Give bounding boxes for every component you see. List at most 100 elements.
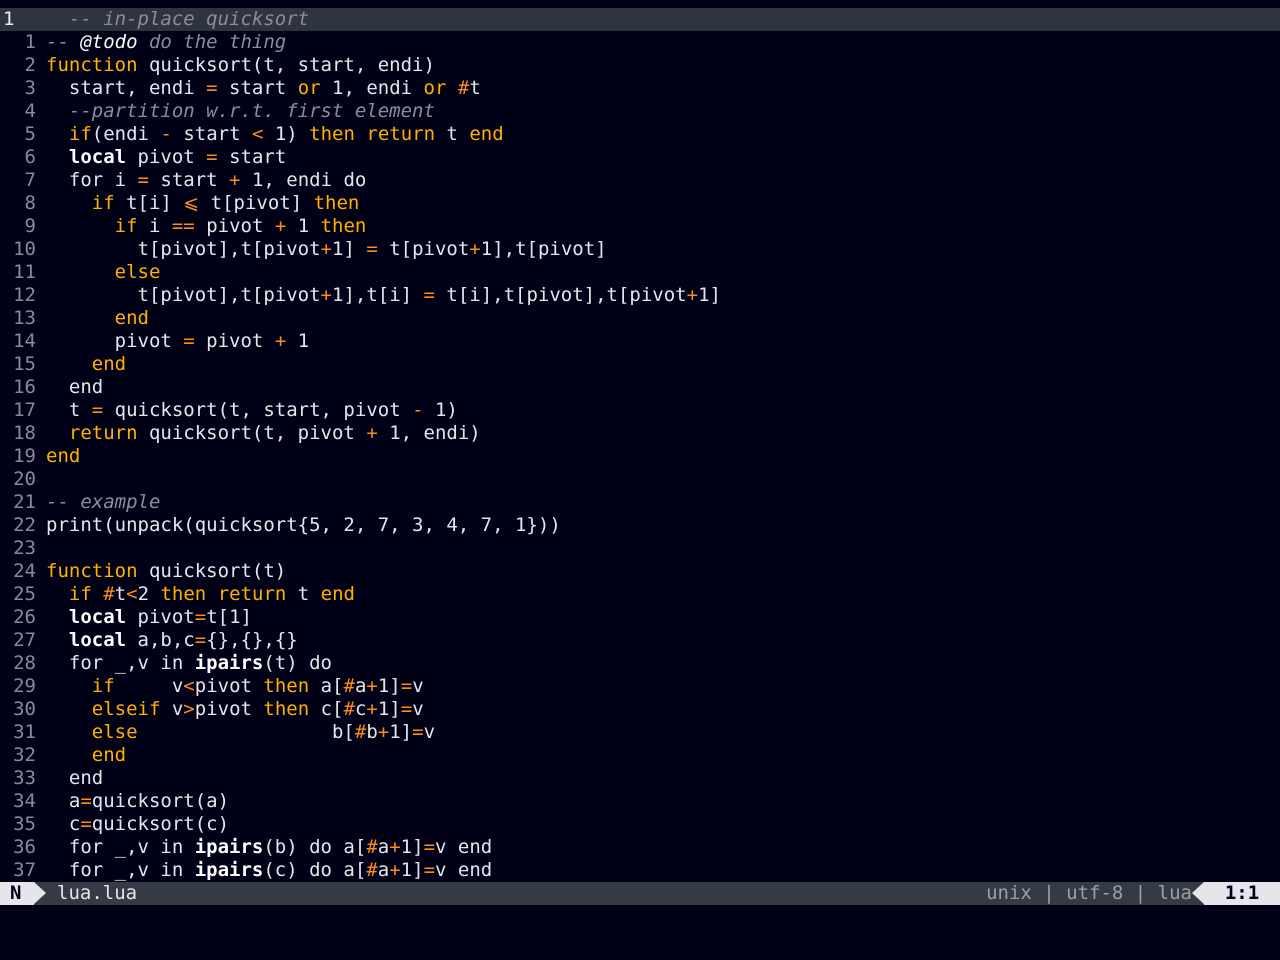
code-token: a [354, 675, 367, 697]
code-text[interactable]: if t[i] ⩽ t[pivot] then [46, 192, 360, 215]
code-line[interactable]: 19 end [0, 445, 1280, 468]
code-text[interactable]: c=quicksort(c) [46, 813, 229, 836]
code-text[interactable]: local pivot=t[1] [46, 606, 252, 629]
status-line: N lua.lua unix | utf-8 | lua 1:1 [0, 882, 1280, 905]
code-line[interactable]: 22 print(unpack(quicksort{5, 2, 7, 3, 4, … [0, 514, 1280, 537]
code-text[interactable]: t = quicksort(t, start, pivot - 1) [46, 399, 458, 422]
code-token: t[1] [206, 606, 252, 628]
code-line[interactable]: 31 else b[#b+1]=v [0, 721, 1280, 744]
code-line[interactable]: 30 elseif v>pivot then c[#c+1]=v [0, 698, 1280, 721]
code-text[interactable]: if i == pivot + 1 then [46, 215, 367, 238]
code-line[interactable]: 20 [0, 468, 1280, 491]
code-line[interactable]: 16 end [0, 376, 1280, 399]
code-line[interactable]: 4 --partition w.r.t. first element [0, 100, 1280, 123]
code-line[interactable]: 33 end [0, 767, 1280, 790]
line-number: 16 [13, 376, 36, 398]
code-text[interactable]: local a,b,c={},{},{} [46, 629, 298, 652]
code-line[interactable]: 28 for _,v in ipairs(t) do [0, 652, 1280, 675]
code-line[interactable]: 23 [0, 537, 1280, 560]
code-line[interactable]: 27 local a,b,c={},{},{} [0, 629, 1280, 652]
editor-buffer[interactable]: 1 -- in-place quicksort 1 -- @todo do the … [0, 8, 1280, 882]
code-line[interactable]: 25 if #t<2 then return t end [0, 583, 1280, 606]
code-token: = [194, 629, 207, 651]
code-token: + [320, 238, 332, 260]
code-text[interactable]: elseif v>pivot then c[#c+1]=v [46, 698, 424, 721]
code-text[interactable]: end [46, 376, 103, 399]
code-text[interactable]: end [46, 767, 103, 790]
code-token: + [377, 721, 390, 743]
code-text[interactable]: pivot = pivot + 1 [46, 330, 310, 353]
code-text[interactable]: if(endi - start < 1) then return t end [46, 123, 504, 146]
code-text[interactable]: return quicksort(t, pivot + 1, endi) [46, 422, 481, 445]
code-token: i [137, 215, 172, 237]
code-line[interactable]: 24 function quicksort(t) [0, 560, 1280, 583]
code-line[interactable]: 9 if i == pivot + 1 then [0, 215, 1280, 238]
code-text[interactable]: start, endi = start or 1, endi or #t [46, 77, 481, 100]
code-token: a [46, 790, 81, 812]
code-line[interactable]: 3 start, endi = start or 1, endi or #t [0, 77, 1280, 100]
code-text[interactable]: print(unpack(quicksort{5, 2, 7, 3, 4, 7,… [46, 514, 561, 537]
code-text[interactable]: function quicksort(t, start, endi) [46, 54, 435, 77]
code-line[interactable]: 21 -- example [0, 491, 1280, 514]
code-text[interactable]: -- in-place quicksort [46, 8, 309, 31]
code-token: t[i],t[pivot],t[pivot [434, 284, 687, 306]
code-line[interactable]: 8 if t[i] ⩽ t[pivot] then [0, 192, 1280, 215]
code-text[interactable]: for _,v in ipairs(t) do [46, 652, 332, 675]
code-text[interactable]: else [46, 261, 161, 284]
code-text[interactable]: t[pivot],t[pivot+1] = t[pivot+1],t[pivot… [46, 238, 607, 261]
code-text[interactable]: -- @todo do the thing [46, 31, 286, 54]
cursor-line[interactable]: 1 -- in-place quicksort [0, 8, 1280, 31]
code-line[interactable]: 5 if(endi - start < 1) then return t end [0, 123, 1280, 146]
code-token: 1],t[pivot] [480, 238, 607, 260]
code-line[interactable]: 14 pivot = pivot + 1 [0, 330, 1280, 353]
line-number: 10 [13, 238, 36, 260]
code-text[interactable]: for _,v in ipairs(c) do a[#a+1]=v end [46, 859, 492, 882]
code-text[interactable]: else b[#b+1]=v [46, 721, 435, 744]
code-text[interactable]: end [46, 353, 126, 376]
code-text[interactable]: local pivot = start [46, 146, 286, 169]
code-text[interactable]: end [46, 744, 126, 767]
code-line[interactable]: 32 end [0, 744, 1280, 767]
line-number: 21 [13, 491, 36, 513]
code-token: then [263, 698, 310, 720]
code-text[interactable]: end [46, 307, 149, 330]
code-line[interactable]: 15 end [0, 353, 1280, 376]
line-number: 6 [24, 146, 36, 168]
code-token: 1] [377, 675, 401, 697]
code-line[interactable]: 13 end [0, 307, 1280, 330]
code-text[interactable]: for _,v in ipairs(b) do a[#a+1]=v end [46, 836, 492, 859]
code-line[interactable]: 26 local pivot=t[1] [0, 606, 1280, 629]
code-line[interactable]: 2 function quicksort(t, start, endi) [0, 54, 1280, 77]
code-token: v [412, 675, 424, 697]
code-text[interactable]: end [46, 445, 80, 468]
code-text[interactable]: if #t<2 then return t end [46, 583, 355, 606]
code-line[interactable]: 7 for i = start + 1, endi do [0, 169, 1280, 192]
code-line[interactable]: 29 if v<pivot then a[#a+1]=v [0, 675, 1280, 698]
code-text[interactable]: --partition w.r.t. first element [46, 100, 435, 123]
code-text[interactable]: if v<pivot then a[#a+1]=v [46, 675, 424, 698]
code-line[interactable]: 37 for _,v in ipairs(c) do a[#a+1]=v end [0, 859, 1280, 882]
code-token: start, endi [46, 77, 207, 99]
code-line[interactable]: 18 return quicksort(t, pivot + 1, endi) [0, 422, 1280, 445]
code-token: quicksort(t, start, pivot [103, 399, 413, 421]
code-line[interactable]: 17 t = quicksort(t, start, pivot - 1) [0, 399, 1280, 422]
code-text[interactable]: for i = start + 1, endi do [46, 169, 366, 192]
code-text[interactable]: t[pivot],t[pivot+1],t[i] = t[i],t[pivot]… [46, 284, 721, 307]
code-line[interactable]: 11 else [0, 261, 1280, 284]
code-line[interactable]: 6 local pivot = start [0, 146, 1280, 169]
code-token: for _,v in [46, 836, 195, 858]
code-line[interactable]: 36 for _,v in ipairs(b) do a[#a+1]=v end [0, 836, 1280, 859]
code-line[interactable]: 35 c=quicksort(c) [0, 813, 1280, 836]
code-token: local [68, 629, 127, 651]
code-line[interactable]: 1 -- @todo do the thing [0, 31, 1280, 54]
code-text[interactable]: a=quicksort(a) [46, 790, 229, 813]
code-line[interactable]: 10 t[pivot],t[pivot+1] = t[pivot+1],t[pi… [0, 238, 1280, 261]
code-line[interactable]: 12 t[pivot],t[pivot+1],t[i] = t[i],t[piv… [0, 284, 1280, 307]
code-token: t [435, 123, 470, 145]
code-text[interactable]: function quicksort(t) [46, 560, 286, 583]
code-text[interactable]: -- example [46, 491, 160, 514]
code-line[interactable]: 34 a=quicksort(a) [0, 790, 1280, 813]
